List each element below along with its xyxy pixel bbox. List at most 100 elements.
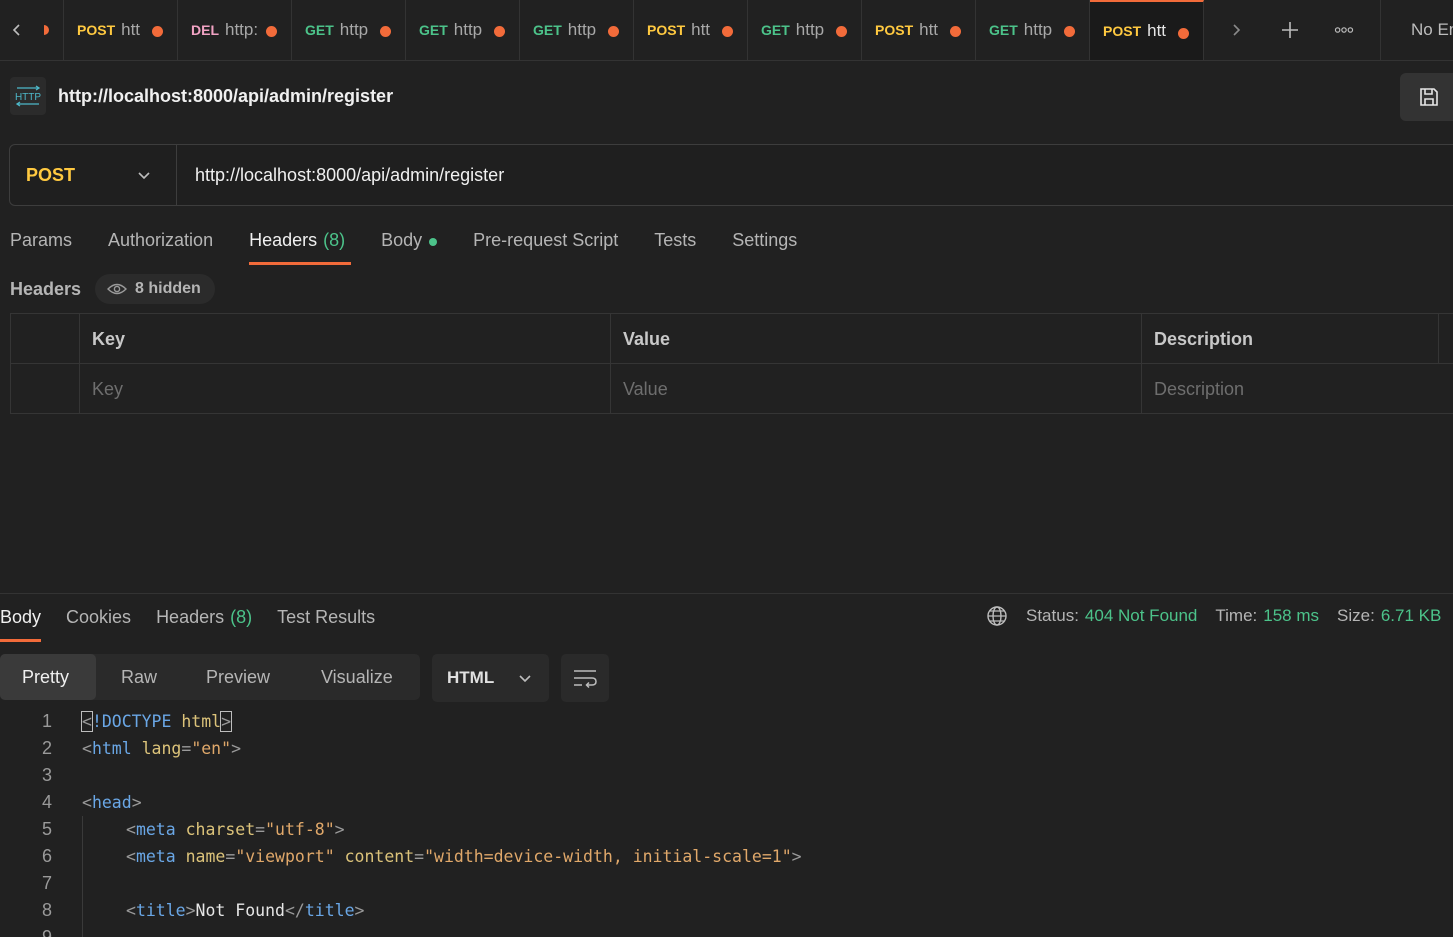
column-options[interactable] xyxy=(1438,314,1453,364)
line-number: 8 xyxy=(41,900,52,920)
tab-label: Pre-request Script xyxy=(473,230,619,250)
tab-response-body[interactable]: Body xyxy=(0,605,42,642)
request-tab[interactable]: POST htt xyxy=(862,0,976,60)
chevron-left-icon xyxy=(12,24,20,36)
tab-prerequest-script[interactable]: Pre-request Script xyxy=(473,228,618,265)
request-tab[interactable]: GET http xyxy=(748,0,862,60)
status-value[interactable]: 404 Not Found xyxy=(1085,606,1197,626)
tab-label: Body xyxy=(0,607,42,627)
tab-method: POST xyxy=(875,22,914,38)
unsaved-dot xyxy=(608,26,619,37)
key-input[interactable]: Key xyxy=(79,364,610,414)
request-tab[interactable]: GET http xyxy=(406,0,520,60)
line-number: 6 xyxy=(41,846,52,866)
code-line: 4 <head> xyxy=(0,789,1453,816)
time-label: Time: xyxy=(1215,606,1258,625)
tab-test-results[interactable]: Test Results xyxy=(277,605,375,642)
unsaved-dot xyxy=(266,26,277,37)
tab-headers[interactable]: Headers (8) xyxy=(249,228,352,265)
tab-method: GET xyxy=(761,22,790,38)
tab-body[interactable]: Body xyxy=(381,228,438,265)
request-tab[interactable]: POST htt xyxy=(64,0,178,60)
wrap-lines-button[interactable] xyxy=(561,654,609,702)
request-tab[interactable]: DEL http: xyxy=(178,0,292,60)
tab-response-cookies[interactable]: Cookies xyxy=(66,605,131,642)
hidden-headers-toggle[interactable]: 8 hidden xyxy=(95,274,215,304)
body-indicator-dot xyxy=(429,238,438,246)
time-value[interactable]: 158 ms xyxy=(1263,606,1319,626)
tab-tests[interactable]: Tests xyxy=(654,228,696,265)
size-label: Size: xyxy=(1337,606,1375,625)
tab-method: DEL xyxy=(191,22,219,38)
environment-selector[interactable]: No En xyxy=(1380,0,1453,60)
response-divider[interactable] xyxy=(0,593,1453,594)
request-tab[interactable]: POST htt xyxy=(1090,0,1204,60)
request-tab[interactable]: GET http xyxy=(520,0,634,60)
headers-table: Key Value Description Key Value Descript… xyxy=(10,313,1453,414)
save-icon xyxy=(1420,88,1438,106)
tab-method: GET xyxy=(305,22,334,38)
chevron-right-icon xyxy=(1233,24,1241,36)
view-mode-selector: Pretty Raw Preview Visualize xyxy=(0,654,420,700)
tab-params[interactable]: Params xyxy=(10,228,72,265)
line-number: 2 xyxy=(41,738,52,758)
request-tabs: Params Authorization Headers (8) Body Pre… xyxy=(10,228,833,268)
tab-url: http xyxy=(795,20,825,39)
size-value[interactable]: 6.71 KB xyxy=(1381,606,1442,626)
method-select[interactable]: POST xyxy=(10,145,177,205)
column-description: Description xyxy=(1141,314,1438,364)
unsaved-dot xyxy=(836,26,847,37)
column-value: Value xyxy=(610,314,1141,364)
tab-url: http xyxy=(1023,20,1053,39)
request-tab[interactable]: POST htt xyxy=(634,0,748,60)
tab-response-headers[interactable]: Headers (8) xyxy=(156,605,252,642)
format-select[interactable]: HTML xyxy=(432,654,549,702)
more-tabs-button[interactable] xyxy=(1324,0,1364,60)
request-tab[interactable]: GET http xyxy=(976,0,1090,60)
line-number: 4 xyxy=(41,792,52,812)
request-name[interactable]: http://localhost:8000/api/admin/register xyxy=(58,86,393,107)
tab-partial[interactable] xyxy=(34,0,64,60)
globe-icon[interactable] xyxy=(986,605,1008,627)
new-tab-button[interactable] xyxy=(1270,0,1310,60)
http-icon-label: HTTP xyxy=(15,92,41,103)
response-tabs: Body Cookies Headers (8) Test Results xyxy=(0,605,400,642)
line-number: 1 xyxy=(41,711,52,731)
tab-url: http: xyxy=(225,20,259,39)
code-line: 1 <!DOCTYPE html> xyxy=(0,708,1453,735)
chevron-down-icon xyxy=(519,675,531,683)
view-preview[interactable]: Preview xyxy=(180,654,296,700)
code-line: 6 <meta name="viewport" content="width=de… xyxy=(0,843,1453,870)
view-visualize[interactable]: Visualize xyxy=(296,654,420,700)
chevron-down-icon xyxy=(138,172,150,180)
headers-count: (8) xyxy=(323,230,346,250)
scroll-tabs-right-button[interactable] xyxy=(1219,0,1253,60)
value-input[interactable]: Value xyxy=(610,364,1141,414)
save-button[interactable] xyxy=(1400,73,1453,121)
tab-settings[interactable]: Settings xyxy=(732,228,797,265)
line-number: 9 xyxy=(41,927,52,937)
http-request-icon: HTTP xyxy=(10,77,46,115)
tab-url: http xyxy=(453,20,483,39)
tab-method: POST xyxy=(1103,23,1142,39)
request-tab[interactable]: GET http xyxy=(292,0,406,60)
scroll-tabs-left-button[interactable] xyxy=(0,0,34,60)
code-line: 7 xyxy=(0,870,1453,897)
eye-icon xyxy=(107,283,128,295)
code-line: 3 xyxy=(0,762,1453,789)
response-code-view[interactable]: 1 <!DOCTYPE html> 2 <html lang="en"> 3 4 <h… xyxy=(0,708,1453,937)
format-label: HTML xyxy=(447,668,495,687)
code-line: 2 <html lang="en"> xyxy=(0,735,1453,762)
tab-url: http xyxy=(339,20,369,39)
description-input[interactable]: Description xyxy=(1141,364,1453,414)
tab-authorization[interactable]: Authorization xyxy=(108,228,213,265)
unsaved-dot xyxy=(494,26,505,37)
code-line: 8 <title>Not Found</title> xyxy=(0,897,1453,924)
view-raw[interactable]: Raw xyxy=(96,654,180,700)
url-input[interactable]: http://localhost:8000/api/admin/register xyxy=(195,165,504,186)
view-pretty[interactable]: Pretty xyxy=(0,654,96,700)
tab-label: Test Results xyxy=(277,607,376,627)
unsaved-dot xyxy=(44,25,49,35)
table-header-row: Key Value Description xyxy=(11,314,1453,364)
code-line: 5 <meta charset="utf-8"> xyxy=(0,816,1453,843)
